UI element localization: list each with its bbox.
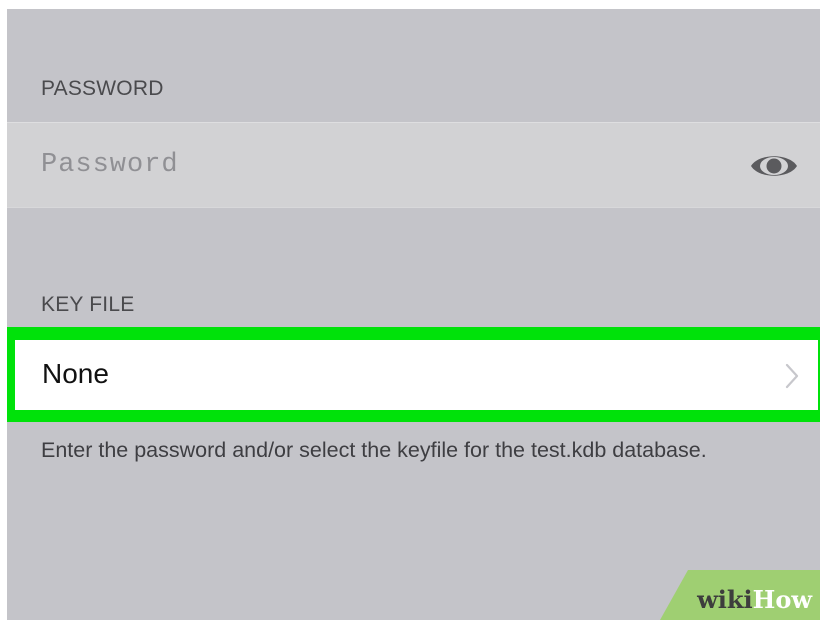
- footer-note: Enter the password and/or select the key…: [41, 438, 707, 462]
- watermark: wikiHow: [660, 570, 820, 620]
- password-section-header: PASSWORD: [41, 77, 164, 100]
- eye-icon[interactable]: [749, 150, 799, 182]
- password-input[interactable]: [41, 145, 681, 185]
- keyfile-section-header: KEY FILE: [41, 293, 135, 316]
- password-row[interactable]: [7, 122, 820, 208]
- chevron-right-icon: [785, 363, 799, 389]
- keyfile-highlight: None: [7, 327, 820, 422]
- watermark-logo: wikiHow: [697, 585, 812, 614]
- keyfile-selector-row[interactable]: None: [15, 340, 818, 410]
- unlock-database-screen: PASSWORD KEY FILE None Enter the passwor…: [7, 9, 820, 620]
- keyfile-value: None: [42, 358, 109, 389]
